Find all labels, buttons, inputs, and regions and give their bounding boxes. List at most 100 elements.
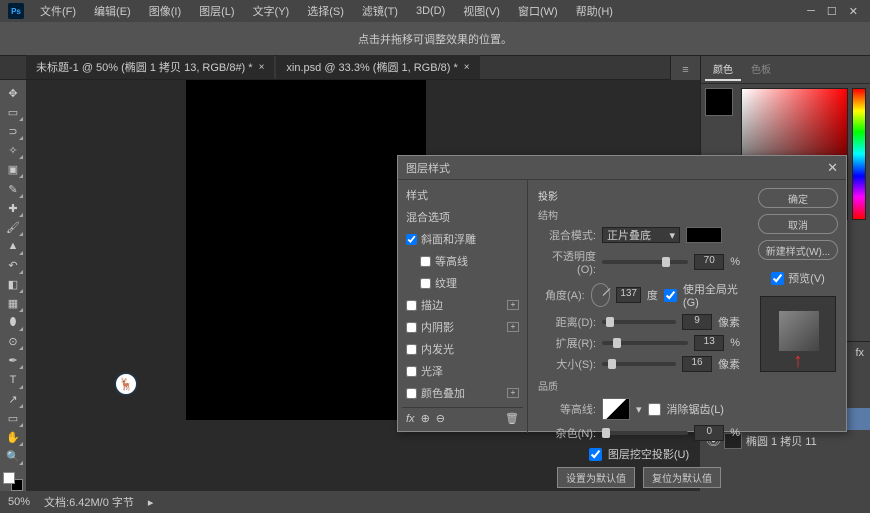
cancel-button[interactable]: 取消	[758, 214, 838, 234]
spread-value[interactable]: 13	[694, 335, 724, 351]
menu-layer[interactable]: 图层(L)	[191, 1, 242, 21]
history-icon[interactable]: ≡	[677, 62, 695, 78]
style-inner-shadow[interactable]: 内阴影+	[402, 316, 523, 338]
shadow-color-chip[interactable]	[686, 227, 722, 243]
type-tool[interactable]: T	[2, 370, 24, 389]
dodge-tool[interactable]: ⊙	[2, 332, 24, 351]
reset-default-button[interactable]: 复位为默认值	[643, 467, 721, 488]
menu-view[interactable]: 视图(V)	[455, 1, 508, 21]
maximize-icon[interactable]: ☐	[827, 5, 837, 18]
tab-swatches[interactable]: 色板	[743, 58, 779, 81]
noise-value[interactable]: 0	[694, 425, 724, 441]
dialog-close-icon[interactable]: ✕	[827, 160, 838, 176]
size-value[interactable]: 16	[682, 356, 712, 372]
pen-tool[interactable]: ✒	[2, 351, 24, 370]
styles-header[interactable]: 样式	[402, 184, 523, 206]
color-overlay-checkbox[interactable]	[406, 388, 417, 399]
distance-value[interactable]: 9	[682, 314, 712, 330]
trash-icon[interactable]: 🗑	[505, 412, 519, 425]
blur-tool[interactable]: ⬮	[2, 313, 24, 332]
arrow-down-icon[interactable]: ⊖	[436, 412, 445, 425]
add-icon[interactable]: +	[507, 388, 519, 398]
menu-edit[interactable]: 编辑(E)	[86, 1, 139, 21]
chevron-down-icon[interactable]: ▾	[636, 403, 642, 416]
menu-select[interactable]: 选择(S)	[299, 1, 352, 21]
color-swatches[interactable]	[3, 472, 23, 491]
antialias-checkbox[interactable]	[648, 403, 661, 416]
path-tool[interactable]: ↗	[2, 390, 24, 409]
lasso-tool[interactable]: ⊃	[2, 122, 24, 141]
angle-value[interactable]: 137	[616, 287, 641, 303]
document-canvas[interactable]	[186, 80, 426, 420]
blend-mode-select[interactable]: 正片叠底▾	[602, 227, 680, 243]
current-color-swatch[interactable]	[705, 88, 733, 116]
zoom-tool[interactable]: 🔍	[2, 447, 24, 466]
texture-checkbox[interactable]	[420, 278, 431, 289]
gradient-tool[interactable]: ▦	[2, 294, 24, 313]
inner-shadow-checkbox[interactable]	[406, 322, 417, 333]
eyedropper-tool[interactable]: ✎	[2, 179, 24, 198]
marquee-tool[interactable]: ▭	[2, 103, 24, 122]
style-contour[interactable]: 等高线	[402, 250, 523, 272]
menu-image[interactable]: 图像(I)	[141, 1, 189, 21]
tab-color[interactable]: 颜色	[705, 58, 741, 81]
hue-slider[interactable]	[852, 88, 866, 220]
menu-type[interactable]: 文字(Y)	[245, 1, 298, 21]
style-inner-glow[interactable]: 内发光	[402, 338, 523, 360]
menu-help[interactable]: 帮助(H)	[568, 1, 621, 21]
opacity-value[interactable]: 70	[694, 254, 724, 270]
style-satin[interactable]: 光泽	[402, 360, 523, 382]
new-style-button[interactable]: 新建样式(W)...	[758, 240, 838, 260]
menu-file[interactable]: 文件(F)	[32, 1, 84, 21]
style-bevel[interactable]: 斜面和浮雕	[402, 228, 523, 250]
menu-3d[interactable]: 3D(D)	[408, 3, 453, 19]
zoom-level[interactable]: 50%	[8, 496, 30, 508]
tab-close-icon[interactable]: ×	[259, 62, 265, 73]
dialog-titlebar[interactable]: 图层样式 ✕	[398, 156, 846, 180]
eraser-tool[interactable]: ◧	[2, 275, 24, 294]
contour-checkbox[interactable]	[420, 256, 431, 267]
wand-tool[interactable]: ✧	[2, 141, 24, 160]
preview-checkbox[interactable]	[771, 272, 784, 285]
fg-color-swatch[interactable]	[3, 472, 15, 484]
inner-glow-checkbox[interactable]	[406, 344, 417, 355]
brush-tool[interactable]: 🖌	[2, 218, 24, 237]
noise-slider[interactable]	[602, 431, 688, 435]
shape-tool[interactable]: ▭	[2, 409, 24, 428]
document-tab-1[interactable]: 未标题-1 @ 50% (椭圆 1 拷贝 13, RGB/8#) * ×	[26, 54, 274, 79]
hand-tool[interactable]: ✋	[2, 428, 24, 447]
spread-slider[interactable]	[602, 341, 688, 345]
bevel-checkbox[interactable]	[406, 234, 417, 245]
style-gradient-overlay[interactable]: 渐变叠加+	[402, 404, 523, 407]
style-texture[interactable]: 纹理	[402, 272, 523, 294]
minimize-icon[interactable]: ─	[807, 5, 815, 18]
knockout-checkbox[interactable]	[589, 448, 602, 461]
add-icon[interactable]: +	[507, 300, 519, 310]
heal-tool[interactable]: ✚	[2, 199, 24, 218]
crop-tool[interactable]: ▣	[2, 160, 24, 179]
add-icon[interactable]: +	[507, 322, 519, 332]
blending-options[interactable]: 混合选项	[402, 206, 523, 228]
size-slider[interactable]	[602, 362, 676, 366]
menu-window[interactable]: 窗口(W)	[510, 1, 566, 21]
menu-filter[interactable]: 滤镜(T)	[354, 1, 406, 21]
satin-checkbox[interactable]	[406, 366, 417, 377]
stroke-checkbox[interactable]	[406, 300, 417, 311]
ok-button[interactable]: 确定	[758, 188, 838, 208]
history-brush-tool[interactable]: ↶	[2, 256, 24, 275]
angle-dial[interactable]	[591, 283, 611, 307]
tab-close-icon[interactable]: ×	[464, 62, 470, 73]
chevron-right-icon[interactable]: ▸	[148, 496, 154, 509]
opacity-slider[interactable]	[602, 260, 688, 264]
contour-picker[interactable]	[602, 398, 630, 420]
stamp-tool[interactable]: ▲	[2, 237, 24, 256]
style-color-overlay[interactable]: 颜色叠加+	[402, 382, 523, 404]
move-tool[interactable]: ✥	[2, 84, 24, 103]
global-light-checkbox[interactable]	[664, 289, 677, 302]
distance-slider[interactable]	[602, 320, 676, 324]
style-stroke[interactable]: 描边+	[402, 294, 523, 316]
make-default-button[interactable]: 设置为默认值	[557, 467, 635, 488]
close-icon[interactable]: ✕	[849, 5, 858, 18]
arrow-up-icon[interactable]: ⊕	[421, 412, 430, 425]
document-tab-2[interactable]: xin.psd @ 33.3% (椭圆 1, RGB/8) * ×	[276, 54, 479, 79]
